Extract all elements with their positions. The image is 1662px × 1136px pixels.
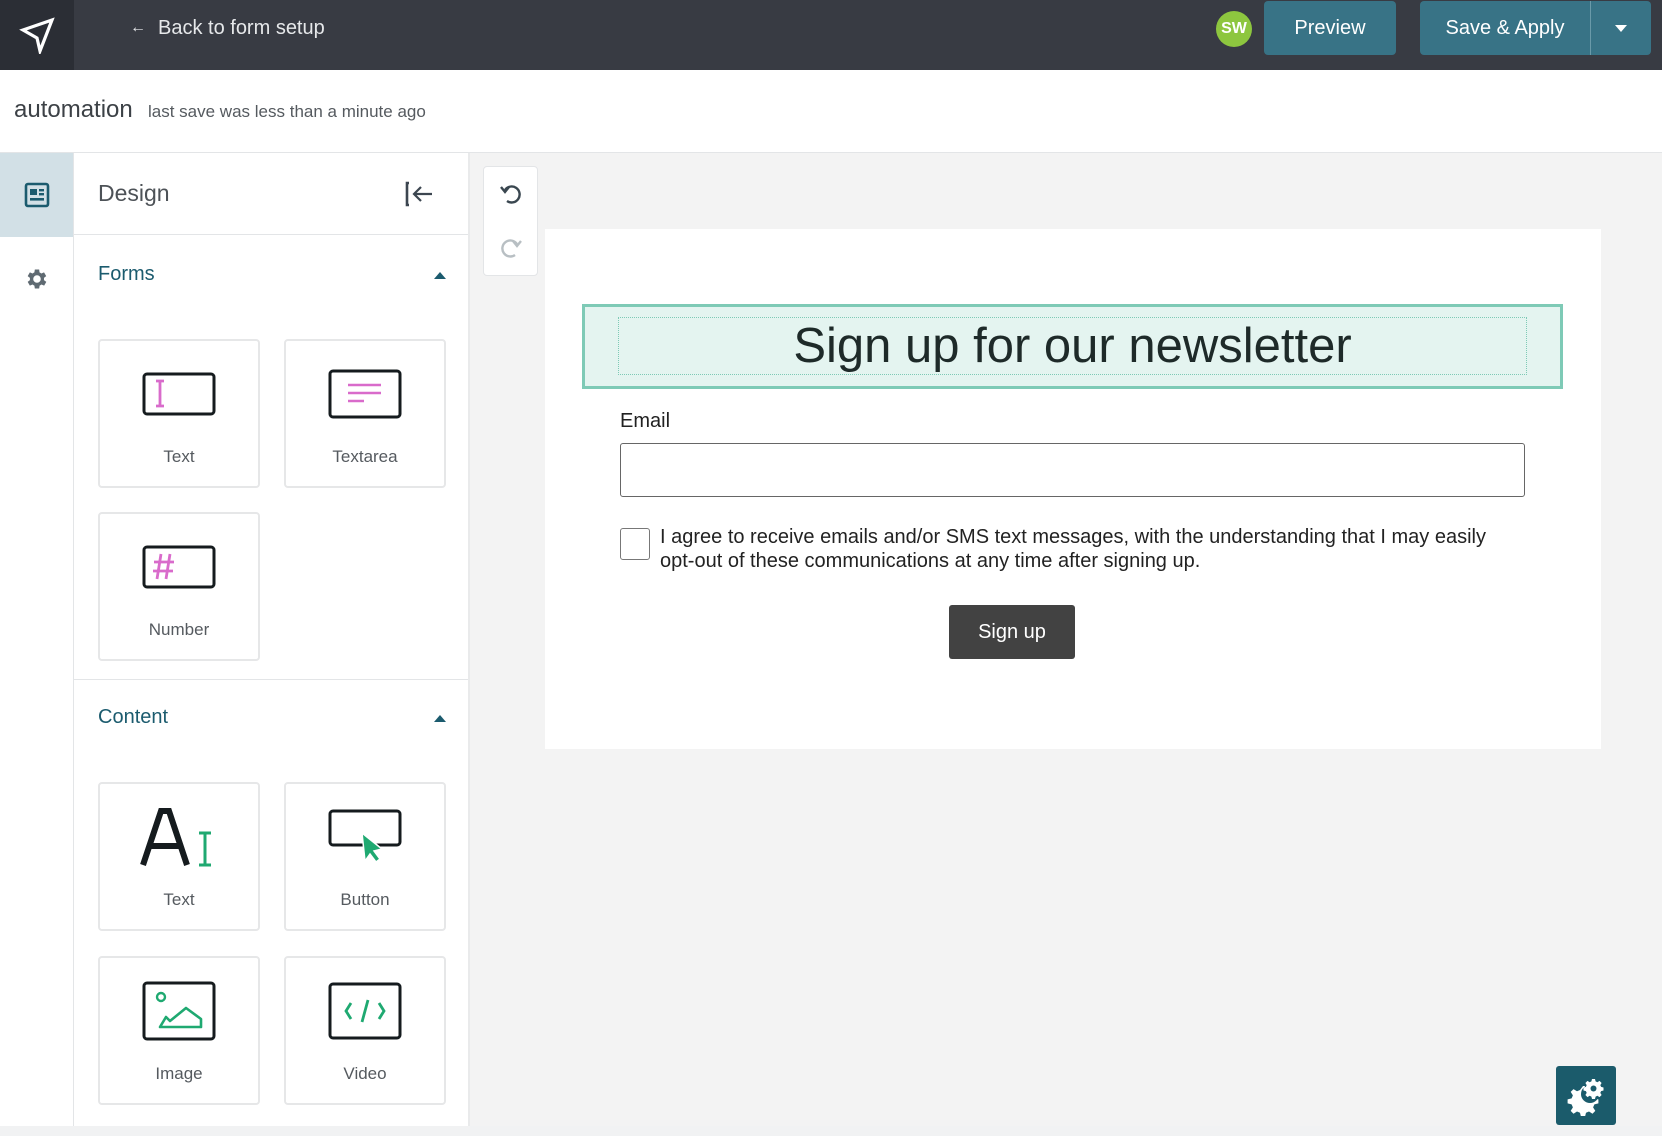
tile-form-text[interactable]: Text	[98, 339, 260, 488]
tile-label: Number	[148, 620, 210, 639]
button-icon	[328, 809, 402, 864]
tile-label: Text	[163, 447, 195, 466]
history-toolbar	[483, 166, 538, 276]
tile-label: Textarea	[332, 447, 398, 466]
form-info-bar: automation last save was less than a min…	[0, 70, 1662, 153]
undo-icon	[499, 185, 521, 204]
consent-text: I agree to receive emails and/or SMS tex…	[660, 526, 1486, 572]
undo-button[interactable]	[484, 167, 537, 221]
bottom-strip	[0, 1126, 1662, 1136]
textarea-icon	[328, 369, 402, 419]
tile-form-textarea[interactable]: Textarea	[284, 339, 446, 488]
save-apply-split-button: Save & Apply	[1420, 1, 1651, 55]
chevron-down-icon	[1615, 24, 1627, 32]
email-input[interactable]	[620, 443, 1525, 497]
tile-content-button[interactable]: Button	[284, 782, 446, 931]
chevron-up-icon	[434, 715, 446, 722]
app-logo[interactable]	[0, 0, 74, 70]
email-label: Email	[620, 410, 671, 432]
redo-button[interactable]	[484, 221, 537, 275]
headline-block-selected[interactable]: Sign up for our newsletter	[582, 304, 1563, 389]
advanced-settings-button[interactable]	[1556, 1066, 1616, 1125]
rail-item-design[interactable]	[0, 153, 73, 237]
section-forms-toggle[interactable]: Forms	[74, 255, 468, 295]
collapse-panel-button[interactable]	[402, 177, 438, 211]
tile-content-image[interactable]: Image	[98, 956, 260, 1105]
image-icon	[142, 981, 216, 1041]
save-apply-button[interactable]: Save & Apply	[1420, 1, 1591, 55]
panel-title: Design	[98, 180, 170, 206]
back-to-form-setup-link[interactable]: ← Back to form setup	[130, 12, 325, 44]
save-options-dropdown[interactable]	[1591, 1, 1651, 55]
gears-icon	[1567, 1078, 1604, 1116]
chevron-up-icon	[434, 272, 446, 279]
paper-plane-icon	[19, 17, 55, 54]
back-link-label: Back to form setup	[158, 16, 325, 39]
video-embed-icon	[328, 982, 402, 1040]
panel-header: Design	[74, 153, 468, 235]
rail-item-settings[interactable]	[0, 237, 73, 321]
tile-form-number[interactable]: Number	[98, 512, 260, 661]
top-bar: ← Back to form setup SW Preview Save & A…	[0, 0, 1662, 70]
arrow-left-icon: ←	[130, 19, 146, 36]
redo-icon	[500, 239, 522, 258]
tile-label: Button	[340, 890, 390, 909]
layout-icon	[24, 182, 49, 208]
tile-label: Video	[343, 1064, 387, 1083]
form-name: automation	[14, 96, 133, 123]
left-rail	[0, 153, 74, 1126]
headline-editable-area[interactable]: Sign up for our newsletter	[618, 317, 1527, 375]
design-panel: Design Forms Text Textarea Number Conten…	[74, 153, 470, 1126]
tile-label: Text	[163, 890, 195, 909]
sign-up-button[interactable]: Sign up	[949, 605, 1075, 659]
section-divider	[74, 679, 468, 680]
number-input-icon	[142, 545, 216, 589]
save-status: last save was less than a minute ago	[148, 102, 426, 121]
collapse-left-icon	[405, 181, 432, 207]
text-content-icon	[140, 808, 211, 867]
preview-button[interactable]: Preview	[1264, 1, 1396, 55]
headline-text: Sign up for our newsletter	[793, 319, 1352, 373]
section-content-toggle[interactable]: Content	[74, 698, 468, 738]
tile-content-video[interactable]: Video	[284, 956, 446, 1105]
tile-content-text[interactable]: Text	[98, 782, 260, 931]
consent-checkbox[interactable]	[620, 528, 650, 560]
text-input-icon	[142, 372, 216, 416]
section-content-label: Content	[98, 706, 169, 728]
gear-icon	[27, 269, 46, 289]
section-forms-label: Forms	[98, 263, 155, 285]
user-avatar[interactable]: SW	[1216, 11, 1252, 47]
form-canvas: Sign up for our newsletter Email I agree…	[545, 229, 1601, 749]
tile-label: Image	[155, 1064, 203, 1083]
